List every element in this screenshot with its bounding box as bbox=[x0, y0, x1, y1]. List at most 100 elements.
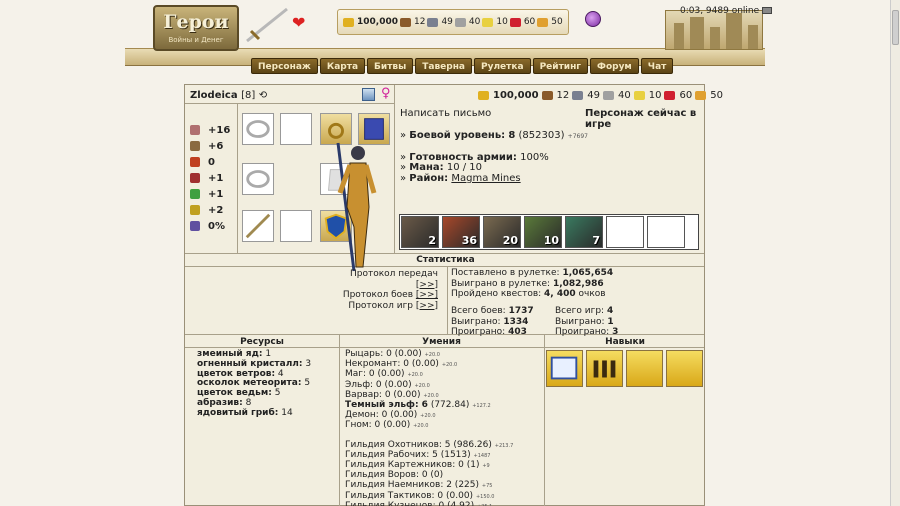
guild-next: +9 bbox=[482, 463, 490, 470]
resource-count: 3 bbox=[305, 358, 312, 369]
perk-slot[interactable] bbox=[546, 350, 583, 387]
resource-value: 100,000 bbox=[493, 90, 539, 101]
roulette-put-label: Поставлено в рулетке: bbox=[451, 268, 560, 278]
guild-row: Гильдия Кузнецов: 0 (4.92) +25.1 bbox=[345, 500, 513, 506]
nav-item[interactable]: Карта bbox=[319, 58, 366, 74]
games-won-row: Выиграно: 1 bbox=[555, 317, 618, 328]
games-value: 4 bbox=[606, 306, 614, 316]
battles-row: Всего боев: 1737 bbox=[451, 306, 534, 317]
resource-count: 8 bbox=[245, 397, 252, 408]
nav-item[interactable]: Рейтинг bbox=[532, 58, 589, 74]
resource-count: 14 bbox=[281, 407, 293, 418]
roulette-put-row: Поставлено в рулетке: 1,065,654 bbox=[451, 268, 613, 279]
resource-value: 60 bbox=[523, 17, 536, 27]
info-icon[interactable] bbox=[362, 88, 375, 101]
resource-value: 10 bbox=[648, 90, 662, 101]
initiative-icon bbox=[190, 221, 200, 231]
nav-item[interactable]: Персонаж bbox=[251, 58, 318, 74]
protocol-link[interactable]: [>>] bbox=[416, 290, 438, 300]
protocol-row: Протокол боев [>>] bbox=[335, 290, 438, 301]
quests-value: 4, 400 bbox=[544, 289, 576, 299]
wood-icon bbox=[400, 17, 411, 27]
games-row: Всего игр: 4 bbox=[555, 306, 618, 317]
resource-value: 12 bbox=[556, 90, 570, 101]
resource-value: 60 bbox=[679, 90, 693, 101]
resource-value: 49 bbox=[441, 17, 453, 27]
divider bbox=[185, 347, 704, 348]
perk-slot[interactable] bbox=[626, 350, 663, 387]
player-resources: 100,000 12 49 40 10 60 50 bbox=[478, 90, 723, 101]
helmet-slot[interactable] bbox=[280, 113, 312, 145]
nav-item[interactable]: Таверна bbox=[415, 58, 472, 74]
ring-slot[interactable] bbox=[242, 113, 274, 145]
resource-name: змеиный яд: bbox=[197, 349, 263, 359]
combat-level-row: » Боевой уровень: 8 (852303) +7697 bbox=[400, 130, 588, 141]
unit-count: 7 bbox=[592, 234, 600, 247]
perk-slot[interactable] bbox=[666, 350, 703, 387]
empty-army-slot bbox=[647, 216, 685, 248]
weapon-slot[interactable] bbox=[242, 210, 274, 242]
district-link[interactable]: Magma Mines bbox=[451, 173, 520, 184]
player-name-text[interactable]: Zlodeica bbox=[190, 90, 238, 101]
guild-text: Гильдия Охотников: 5 (986.26) bbox=[345, 439, 492, 450]
empty-army-slot bbox=[606, 216, 644, 248]
gems-icon bbox=[695, 91, 707, 100]
guild-text: Гильдия Тактиков: 0 (0.00) bbox=[345, 490, 474, 501]
skill-text: Демон: 0 (0.00) bbox=[345, 410, 418, 421]
nav-item[interactable]: Битвы bbox=[367, 58, 414, 74]
sulfur-icon bbox=[482, 17, 494, 27]
battles-lost-label: Проиграно: bbox=[451, 327, 506, 337]
scrollbar-thumb[interactable] bbox=[892, 10, 899, 45]
resource-name: абразив: bbox=[197, 397, 243, 408]
online-text: 0:03, 9489 online bbox=[680, 6, 760, 16]
protocol-link[interactable]: [>>] bbox=[416, 301, 438, 311]
boots-slot[interactable] bbox=[280, 210, 312, 242]
games-label: Всего игр: bbox=[555, 306, 605, 316]
protocol-row: Протокол передач [>>] bbox=[335, 269, 438, 290]
logo[interactable]: Герои Войны и Денег bbox=[153, 5, 239, 51]
protocol-label: Протокол боев bbox=[342, 290, 414, 300]
battles-lost-value: 403 bbox=[508, 327, 527, 337]
roulette-put-value: 1,065,654 bbox=[562, 268, 614, 278]
character-panel: Zlodeica [8] ⟲ ♀ +16 +6 0 +1 +1 +2 0% 100,000 … bbox=[184, 84, 723, 506]
attack-icon bbox=[190, 125, 200, 135]
stat-row: +1 bbox=[190, 186, 238, 202]
clan-icon[interactable]: ⟲ bbox=[259, 90, 267, 101]
player-name[interactable]: Zlodeica [8] ⟲ bbox=[190, 90, 267, 101]
nav-item[interactable]: Форум bbox=[590, 58, 639, 74]
luck-icon bbox=[190, 189, 200, 199]
army-unit[interactable]: 10 bbox=[524, 216, 562, 248]
write-letter-link[interactable]: Написать письмо bbox=[400, 108, 491, 119]
combat-exp: (852303) bbox=[518, 130, 565, 141]
battles-label: Всего боев: bbox=[451, 306, 506, 316]
skill-next: +20.0 bbox=[424, 352, 440, 358]
resource-value: 100,000 bbox=[357, 17, 398, 27]
army-unit[interactable]: 20 bbox=[483, 216, 521, 248]
guild-next: +75 bbox=[481, 483, 493, 490]
knowledge-icon bbox=[190, 173, 200, 183]
protocol-label: Протокол передач bbox=[349, 269, 438, 279]
game-totals: Всего игр: 4 Выиграно: 1 Проиграно: 3 bbox=[555, 306, 618, 338]
nav-item[interactable]: Чат bbox=[640, 58, 674, 74]
stat-row: 0 bbox=[190, 154, 238, 170]
morale-icon bbox=[190, 205, 200, 215]
battle-totals: Всего боев: 1737 Выиграно: 1334 Проигран… bbox=[451, 306, 534, 338]
mercury-icon bbox=[454, 17, 466, 27]
army-unit[interactable]: 36 bbox=[442, 216, 480, 248]
army-unit[interactable]: 2 bbox=[401, 216, 439, 248]
protocol-link[interactable]: [>>] bbox=[416, 280, 438, 290]
ring2-slot[interactable] bbox=[242, 163, 274, 195]
nav-item[interactable]: Рулетка bbox=[474, 58, 531, 74]
resource-value: 40 bbox=[618, 90, 631, 101]
guild-text: Гильдия Кузнецов: 0 (4.92) bbox=[345, 500, 475, 506]
resource-count: 4 bbox=[277, 368, 284, 379]
stat-value: 0% bbox=[208, 220, 225, 232]
perk-slot[interactable] bbox=[586, 350, 623, 387]
roulette-won-row: Выиграно в рулетке: 1,082,986 bbox=[451, 279, 613, 290]
logo-title: Герои bbox=[163, 11, 229, 33]
player-level: [8] bbox=[241, 90, 256, 101]
army-unit[interactable]: 7 bbox=[565, 216, 603, 248]
resources-title: Ресурсы bbox=[240, 337, 284, 347]
divider bbox=[185, 103, 395, 104]
scrollbar[interactable] bbox=[890, 0, 900, 506]
